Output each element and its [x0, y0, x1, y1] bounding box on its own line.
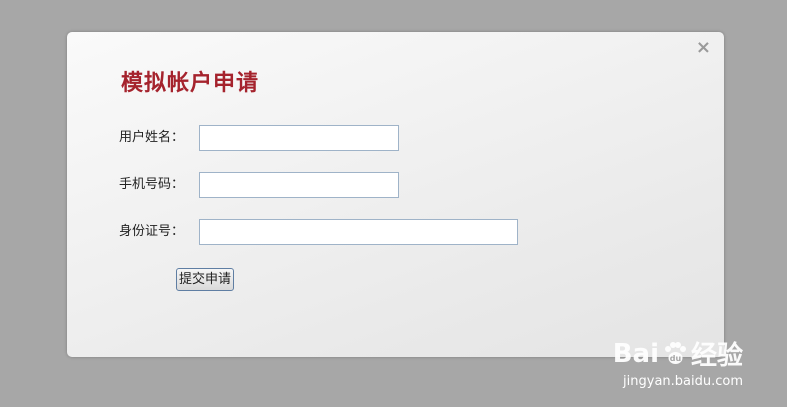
- id-number-row: 身份证号：: [119, 219, 518, 245]
- watermark-url: jingyan.baidu.com: [623, 374, 743, 389]
- baidu-jingyan-watermark: Bai du 经验 jingyan.baidu.com: [613, 335, 743, 390]
- watermark-brand-text: Bai: [612, 338, 659, 369]
- submit-application-button[interactable]: 提交申请: [176, 268, 235, 291]
- paw-icon: du: [664, 341, 686, 364]
- name-input[interactable]: [199, 125, 399, 151]
- phone-row: 手机号码：: [119, 172, 399, 198]
- watermark-brand-suffix: 经验: [690, 341, 743, 371]
- dialog-title: 模拟帐户申请: [121, 71, 260, 96]
- id-number-label: 身份证号：: [119, 224, 185, 239]
- id-number-input[interactable]: [199, 219, 518, 245]
- phone-input[interactable]: [199, 172, 399, 198]
- watermark-brand: Bai du 经验: [613, 335, 743, 372]
- close-icon[interactable]: ×: [696, 38, 711, 58]
- name-row: 用户姓名：: [119, 125, 399, 151]
- account-application-dialog: × 模拟帐户申请 用户姓名： 手机号码： 身份证号： 提交申请: [67, 32, 724, 357]
- phone-label: 手机号码：: [119, 177, 185, 192]
- name-label: 用户姓名：: [119, 130, 185, 145]
- svg-text:du: du: [670, 354, 682, 363]
